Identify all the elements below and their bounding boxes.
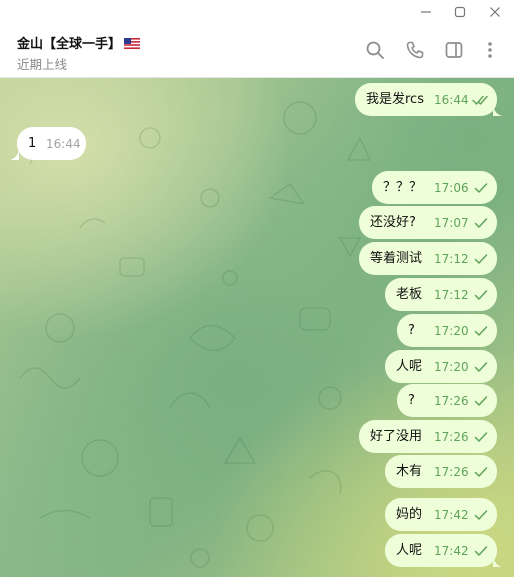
bubble-tail: [493, 106, 502, 116]
chat-title-text: 金山【全球一手】: [17, 37, 122, 52]
message-bubble-outgoing[interactable]: ? 17:20: [397, 314, 497, 347]
sent-check-icon: [474, 431, 488, 447]
message-text: 好了没用: [370, 429, 423, 444]
message-bubble-incoming[interactable]: 1 16:44: [17, 127, 86, 160]
message-text: 妈的: [396, 507, 423, 522]
message-text: ？？？: [383, 180, 423, 195]
message-bubble-outgoing[interactable]: 还没好? 17:07: [359, 206, 497, 239]
phone-icon[interactable]: [403, 38, 427, 62]
sent-check-icon: [474, 545, 488, 561]
message-time: 17:42: [434, 508, 469, 522]
message-time: 17:06: [434, 181, 469, 195]
maximize-icon[interactable]: [445, 0, 475, 23]
message-time: 16:44: [434, 93, 469, 107]
chat-status: 近期上线: [17, 57, 68, 72]
sent-check-icon: [474, 182, 488, 198]
message-text: 人呢: [396, 359, 423, 374]
message-time: 17:20: [434, 360, 469, 374]
sent-check-icon: [474, 253, 488, 269]
sent-check-icon: [474, 217, 488, 233]
message-bubble-outgoing[interactable]: 好了没用 17:26: [359, 420, 497, 453]
sent-check-icon: [474, 289, 488, 305]
message-bubble-outgoing[interactable]: ? 17:26: [397, 384, 497, 417]
message-text: ?: [408, 393, 415, 408]
message-text: 木有: [396, 464, 423, 479]
message-list[interactable]: 我是发rcs 16:44 1 16:44 ？？？ 17:06 还没好? 17:0…: [0, 78, 514, 577]
window-titlebar: [0, 0, 514, 23]
chat-header: 金山【全球一手】 近期上线: [0, 23, 514, 78]
message-time: 17:42: [434, 544, 469, 558]
message-time: 17:26: [434, 430, 469, 444]
message-bubble-outgoing[interactable]: ？？？ 17:06: [372, 171, 497, 204]
message-bubble-outgoing[interactable]: 老板 17:12: [385, 278, 497, 311]
minimize-icon[interactable]: [411, 0, 441, 23]
chat-title[interactable]: 金山【全球一手】: [17, 33, 141, 53]
message-time: 17:26: [434, 465, 469, 479]
message-time: 16:44: [46, 137, 81, 151]
message-time: 17:20: [434, 324, 469, 338]
message-bubble-outgoing[interactable]: 妈的 17:42: [385, 498, 497, 531]
sent-check-icon: [474, 361, 488, 377]
message-bubble-outgoing[interactable]: 木有 17:26: [385, 455, 497, 488]
message-bubble-outgoing[interactable]: 等着测试 17:12: [359, 242, 497, 275]
message-bubble-outgoing[interactable]: 人呢 17:42: [385, 534, 497, 567]
sidebar-toggle-icon[interactable]: [442, 38, 466, 62]
sent-check-icon: [474, 395, 488, 411]
bubble-tail: [10, 150, 19, 160]
message-time: 17:12: [434, 252, 469, 266]
message-text: 还没好?: [370, 215, 416, 230]
message-time: 17:26: [434, 394, 469, 408]
sent-check-icon: [474, 509, 488, 525]
read-double-check-icon: [472, 94, 490, 110]
message-text: 等着测试: [370, 251, 423, 266]
sent-check-icon: [474, 466, 488, 482]
search-icon[interactable]: [363, 38, 387, 62]
message-text: 老板: [396, 287, 423, 302]
bubble-tail: [493, 557, 502, 567]
message-time: 17:12: [434, 288, 469, 302]
message-bubble-outgoing[interactable]: 人呢 17:20: [385, 350, 497, 383]
more-vertical-icon[interactable]: [478, 38, 502, 62]
message-bubble-outgoing[interactable]: 我是发rcs 16:44: [355, 83, 497, 116]
sent-check-icon: [474, 325, 488, 341]
us-flag-icon: [124, 38, 141, 53]
message-text: 1: [28, 136, 37, 151]
message-time: 17:07: [434, 216, 469, 230]
message-text: 我是发rcs: [366, 92, 424, 107]
message-text: ?: [408, 323, 415, 338]
close-icon[interactable]: [480, 0, 510, 23]
message-text: 人呢: [396, 543, 423, 558]
